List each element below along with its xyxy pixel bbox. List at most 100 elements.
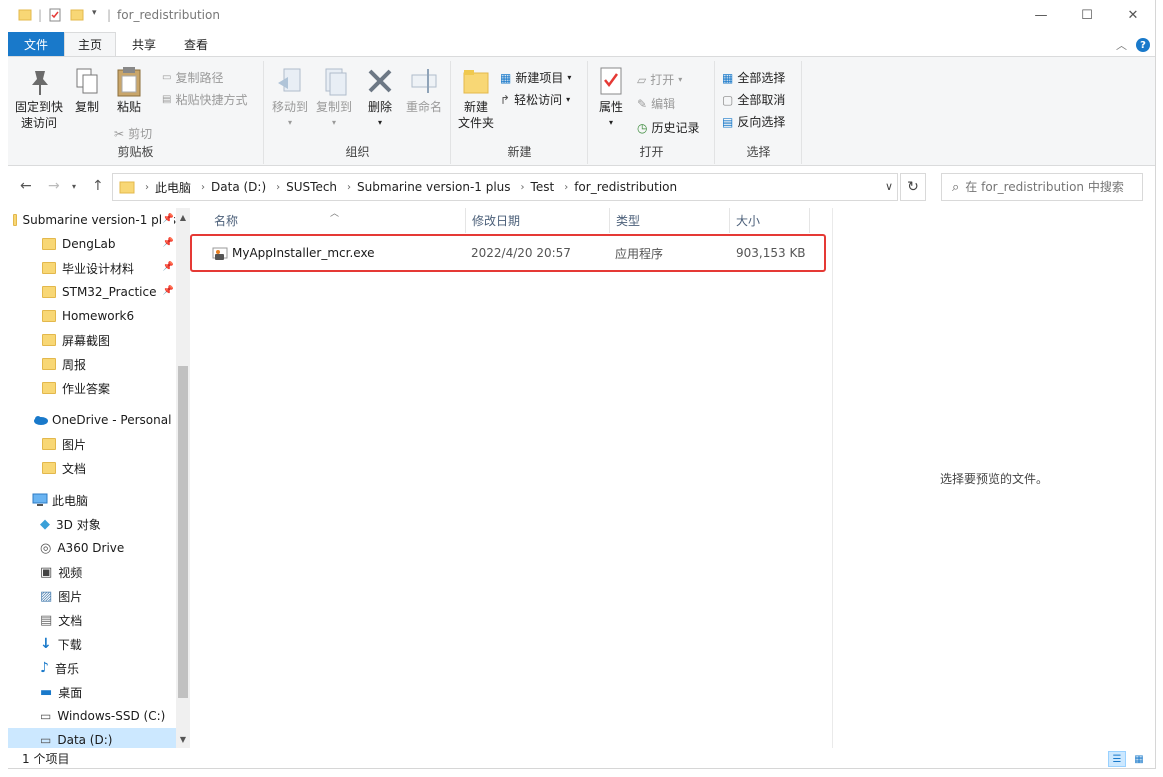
easy-access-button[interactable]: ↱ 轻松访问 ▾ (500, 91, 570, 108)
quick-access-item[interactable]: STM32_Practice 📌 (8, 280, 176, 304)
nav-this-pc[interactable]: 此电脑 (8, 488, 176, 512)
quick-access-item[interactable]: 屏幕截图 (8, 328, 176, 352)
breadcrumb-submarine[interactable]: Submarine version-1 plus (357, 180, 511, 194)
pin-icon: 📌 (162, 262, 174, 272)
quick-access-item[interactable]: 毕业设计材料 📌 (8, 256, 176, 280)
nav-this-pc-child[interactable]: ▭ Data (D:) (8, 728, 176, 748)
recent-locations-icon[interactable]: ▾ (72, 182, 76, 191)
invert-selection-button[interactable]: ▤ 反向选择 (722, 113, 785, 130)
nav-this-pc-child[interactable]: ▨ 图片 (8, 584, 176, 608)
select-all-label: 全部选择 (737, 71, 786, 85)
customize-quick-access-icon[interactable]: ▾ (92, 8, 97, 18)
scroll-thumb[interactable] (178, 366, 188, 698)
dropdown-arrow-icon: ▾ (287, 118, 292, 127)
breadcrumb-this-pc[interactable]: 此电脑 (155, 179, 191, 196)
new-item-label: 新建项目 (515, 71, 564, 85)
new-folder-icon[interactable] (70, 8, 84, 25)
copy-button[interactable]: 复制 (68, 65, 106, 115)
column-header-name[interactable]: 名称 (208, 208, 466, 233)
properties-icon[interactable] (48, 8, 62, 25)
move-to-button[interactable]: 移动到 ▾ (269, 65, 311, 131)
rename-button[interactable]: 重命名 (403, 65, 445, 115)
tab-file[interactable]: 文件 (8, 32, 64, 56)
collapse-ribbon-icon[interactable]: ︿ (1116, 37, 1127, 53)
select-none-button[interactable]: ▢ 全部取消 (722, 91, 785, 108)
delete-button[interactable]: 删除 ▾ (363, 65, 397, 131)
nav-this-pc-child[interactable]: ↓ 下载 (8, 632, 176, 656)
search-box[interactable]: ⌕ (941, 173, 1143, 201)
new-item-button[interactable]: ▦ 新建项目 ▾ (500, 69, 571, 86)
easy-access-icon: ↱ (500, 92, 511, 107)
forward-arrow-icon[interactable]: → (48, 178, 60, 194)
copy-to-button[interactable]: 复制到 ▾ (313, 65, 355, 131)
column-header-type[interactable]: 类型 (610, 208, 730, 233)
paste-shortcut-icon: ▤ (162, 94, 172, 105)
drive-c-icon: ▭ (40, 709, 52, 723)
nav-this-pc-child[interactable]: ◎ A360 Drive (8, 536, 176, 560)
breadcrumb-sustech[interactable]: SUSTech (286, 180, 337, 194)
nav-this-pc-child[interactable]: ▤ 文档 (8, 608, 176, 632)
rename-icon (411, 69, 437, 93)
cloud-icon (34, 416, 48, 425)
copy-path-button[interactable]: ▭ 复制路径 (162, 69, 223, 86)
select-all-button[interactable]: ▦ 全部选择 (722, 69, 785, 86)
nav-this-pc-child[interactable]: ▬ 桌面 (8, 680, 176, 704)
paste-button[interactable]: 粘贴 (110, 65, 148, 115)
scroll-up-icon[interactable]: ▲ (176, 210, 190, 224)
folder-icon (42, 286, 56, 298)
details-view-icon[interactable]: ☰ (1108, 751, 1126, 767)
paste-shortcut-button[interactable]: ▤ 粘贴快捷方式 (162, 91, 247, 108)
refresh-button[interactable]: ↻ (900, 173, 926, 201)
minimize-button[interactable]: — (1018, 0, 1064, 31)
column-header-size[interactable]: 大小 (730, 208, 810, 233)
history-button[interactable]: ◷ 历史记录 (637, 119, 700, 136)
quick-access-item[interactable]: 作业答案 (8, 376, 176, 400)
nav-onedrive-child[interactable]: 文档 (8, 456, 176, 480)
tab-home[interactable]: 主页 (64, 32, 116, 56)
nav-scrollbar[interactable]: ▲ ▼ (176, 208, 190, 748)
breadcrumb-for-redistribution[interactable]: for_redistribution (574, 180, 677, 194)
address-bar[interactable]: › 此电脑 › Data (D:) › SUSTech › Submarine … (112, 173, 898, 201)
maximize-button[interactable]: ☐ (1064, 0, 1110, 31)
breadcrumb-separator: › (276, 181, 281, 193)
new-folder-icon (463, 70, 489, 94)
folder-icon (42, 358, 56, 370)
invert-selection-label: 反向选择 (737, 115, 786, 129)
quick-access-item[interactable]: DengLab 📌 (8, 232, 176, 256)
history-label: 历史记录 (651, 121, 700, 135)
nav-onedrive[interactable]: OneDrive - Personal (8, 408, 176, 432)
paste-label: 粘贴 (116, 100, 141, 114)
pin-to-quick-access-button[interactable]: 固定到快 速访问 (14, 65, 64, 131)
chevron-down-icon[interactable]: ∨ (885, 180, 893, 193)
nav-this-pc-child[interactable]: ♪ 音乐 (8, 656, 176, 680)
folder-icon (119, 181, 135, 194)
breadcrumb-test[interactable]: Test (531, 180, 555, 194)
new-folder-button[interactable]: 新建 文件夹 (456, 65, 496, 131)
large-icons-view-icon[interactable]: ▦ (1130, 751, 1148, 767)
tab-share[interactable]: 共享 (118, 32, 170, 56)
tab-view[interactable]: 查看 (170, 32, 222, 56)
navigation-pane: Submarine version-1 plus 📌 DengLab 📌 毕业设计材… (8, 208, 190, 748)
download-icon: ↓ (40, 636, 52, 652)
column-header-modified[interactable]: 修改日期 (466, 208, 610, 233)
open-button[interactable]: ▱ 打开 ▾ (637, 71, 682, 88)
nav-this-pc-child[interactable]: ▭ Windows-SSD (C:) (8, 704, 176, 728)
up-arrow-icon[interactable]: ↑ (92, 178, 104, 194)
breadcrumb-data-d[interactable]: Data (D:) (211, 180, 266, 194)
properties-button[interactable]: 属性 ▾ (593, 65, 629, 131)
search-input[interactable] (965, 180, 1134, 194)
nav-this-pc-child[interactable]: ▣ 视频 (8, 560, 176, 584)
help-icon[interactable]: ? (1136, 38, 1150, 52)
nav-onedrive-child[interactable]: 图片 (8, 432, 176, 456)
highlight-annotation (190, 234, 826, 272)
quick-access-item[interactable]: Homework6 (8, 304, 176, 328)
scroll-down-icon[interactable]: ▼ (176, 732, 190, 746)
close-button[interactable]: ✕ (1110, 0, 1155, 31)
cut-button[interactable]: ✂ 剪切 (114, 125, 152, 142)
quick-access-item[interactable]: Submarine version-1 plus 📌 (8, 208, 176, 232)
new-folder-label: 新建 (463, 100, 488, 114)
back-arrow-icon[interactable]: ← (20, 178, 32, 194)
quick-access-item[interactable]: 周报 (8, 352, 176, 376)
nav-this-pc-child[interactable]: ◆ 3D 对象 (8, 512, 176, 536)
edit-button[interactable]: ✎ 编辑 (637, 95, 675, 112)
